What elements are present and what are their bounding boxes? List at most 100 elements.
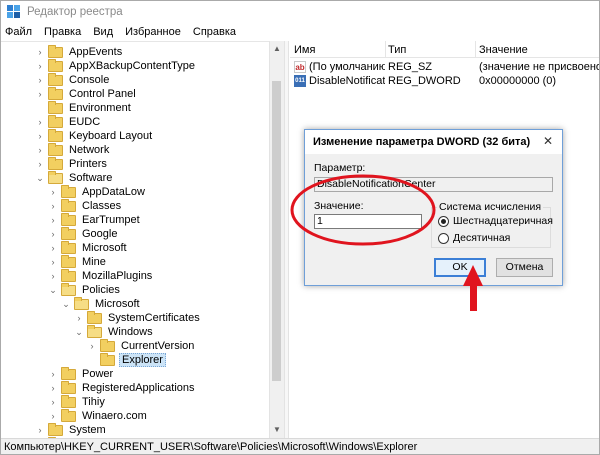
tree-node-label: EarTrumpet: [82, 214, 140, 226]
pane-splitter[interactable]: [284, 41, 289, 438]
chevron-right-icon[interactable]: ›: [74, 313, 84, 323]
tree-scrollbar[interactable]: ▲ ▼: [269, 41, 284, 438]
tree-node-label: Printers: [69, 158, 107, 170]
tree-node[interactable]: › Google: [48, 226, 119, 241]
chevron-right-icon[interactable]: ›: [35, 117, 45, 127]
value-input[interactable]: 1: [314, 214, 422, 229]
chevron-right-icon[interactable]: ›: [48, 187, 58, 197]
tree-node[interactable]: › System: [35, 422, 108, 437]
string-value-icon: ab: [294, 61, 306, 73]
value-type: REG_DWORD: [388, 75, 461, 87]
title-bar: Редактор реестра: [1, 1, 599, 23]
scrollbar-thumb[interactable]: [272, 81, 281, 381]
tree-node-label: EUDC: [69, 116, 101, 128]
chevron-right-icon[interactable]: ›: [35, 89, 45, 99]
tree-node-label: Control Panel: [69, 88, 136, 100]
chevron-right-icon[interactable]: ›: [48, 411, 58, 421]
chevron-right-icon[interactable]: ›: [35, 47, 45, 57]
column-name[interactable]: Имя: [294, 44, 315, 56]
tree-node[interactable]: › Control Panel: [35, 86, 138, 101]
menu-help[interactable]: Справка: [193, 26, 236, 38]
tree-node[interactable]: › SystemCertificates: [74, 310, 202, 325]
tree-node[interactable]: › Network: [35, 142, 111, 157]
tree-node[interactable]: Environment: [35, 100, 133, 115]
tree-node[interactable]: › Tihiy: [48, 394, 107, 409]
tree-node[interactable]: › RegisteredApplications: [48, 380, 197, 395]
tree-node-label: Policies: [82, 284, 120, 296]
menu-view[interactable]: Вид: [93, 26, 113, 38]
chevron-right-icon[interactable]: ›: [87, 341, 97, 351]
folder-icon: [61, 380, 76, 394]
tree-node[interactable]: › Power: [48, 366, 115, 381]
tree-node[interactable]: › CurrentVersion: [87, 338, 196, 353]
chevron-right-icon[interactable]: ›: [48, 229, 58, 239]
chevron-right-icon[interactable]: ›: [48, 271, 58, 281]
tree-node-label: Tihiy: [82, 396, 105, 408]
chevron-right-icon[interactable]: ›: [48, 201, 58, 211]
registry-editor-icon: [7, 5, 21, 19]
menu-favorites[interactable]: Избранное: [125, 26, 181, 38]
tree-node[interactable]: › EarTrumpet: [48, 212, 142, 227]
radio-decimal[interactable]: Десятичная: [438, 232, 510, 244]
chevron-right-icon[interactable]: ›: [48, 243, 58, 253]
tree-node[interactable]: ⌄ Windows: [74, 324, 155, 339]
number-base-group: Система исчисления Шестнадцатеричная Дес…: [431, 201, 553, 248]
chevron-down-icon[interactable]: ⌄: [61, 299, 71, 310]
folder-icon: [61, 408, 76, 422]
chevron-right-icon[interactable]: ›: [35, 159, 45, 169]
folder-icon: [48, 422, 63, 436]
chevron-down-icon[interactable]: ⌄: [35, 173, 45, 184]
tree-node[interactable]: ⌄ Policies: [48, 282, 122, 297]
radio-checked-icon[interactable]: [438, 215, 449, 227]
tree-node[interactable]: › Microsoft: [48, 240, 129, 255]
column-value[interactable]: Значение: [479, 44, 528, 56]
chevron-right-icon[interactable]: ›: [48, 397, 58, 407]
value-row[interactable]: ab (По умолчанию) REG_SZ (значение не пр…: [290, 60, 599, 74]
edit-dword-dialog: Изменение параметра DWORD (32 бита) ✕ Па…: [304, 129, 563, 286]
column-type[interactable]: Тип: [388, 44, 406, 56]
chevron-down-icon[interactable]: ⌄: [48, 285, 58, 296]
chevron-right-icon[interactable]: ›: [35, 61, 45, 71]
chevron-right-icon[interactable]: ›: [35, 131, 45, 141]
tree-node[interactable]: › Mine: [48, 254, 108, 269]
menu-edit[interactable]: Правка: [44, 26, 81, 38]
tree-node[interactable]: ⌄ Software: [35, 170, 114, 185]
scroll-up-icon[interactable]: ▲: [270, 42, 284, 56]
chevron-right-icon[interactable]: ›: [48, 383, 58, 393]
tree-node[interactable]: › Keyboard Layout: [35, 128, 154, 143]
tree-node[interactable]: › AppDataLow: [48, 184, 147, 199]
chevron-down-icon[interactable]: ⌄: [74, 327, 84, 338]
scroll-down-icon[interactable]: ▼: [270, 423, 284, 437]
chevron-right-icon[interactable]: ›: [48, 257, 58, 267]
ok-button[interactable]: OK: [434, 258, 486, 277]
chevron-right-icon[interactable]: ›: [35, 145, 45, 155]
chevron-right-icon[interactable]: ›: [35, 425, 45, 435]
tree-node[interactable]: › Console: [35, 72, 111, 87]
close-icon[interactable]: ✕: [540, 133, 556, 149]
chevron-right-icon[interactable]: ›: [35, 75, 45, 85]
chevron-right-icon[interactable]: ›: [48, 369, 58, 379]
tree-node-label: AppDataLow: [82, 186, 145, 198]
tree-node[interactable]: › EUDC: [35, 114, 102, 129]
registry-tree[interactable]: › AppEvents › AppXBackupContentType › Console…: [1, 41, 284, 438]
radio-unchecked-icon[interactable]: [438, 232, 449, 244]
tree-node-label: Software: [69, 172, 113, 184]
folder-icon: [100, 352, 115, 366]
menu-file[interactable]: Файл: [5, 26, 32, 38]
tree-node[interactable]: › MozillaPlugins: [48, 268, 154, 283]
tree-node[interactable]: › AppEvents: [35, 44, 124, 59]
value-type: REG_SZ: [388, 61, 433, 73]
folder-icon: [48, 114, 63, 128]
tree-node[interactable]: › Winaero.com: [48, 408, 149, 423]
tree-node[interactable]: › Printers: [35, 156, 109, 171]
tree-node[interactable]: › AppXBackupContentType: [35, 58, 197, 73]
tree-node[interactable]: ⌄ Microsoft: [61, 296, 142, 311]
radio-hexadecimal[interactable]: Шестнадцатеричная: [438, 215, 553, 227]
cancel-button[interactable]: Отмена: [496, 258, 553, 277]
tree-node[interactable]: Explorer: [87, 352, 166, 367]
hex-label: Шестнадцатеричная: [453, 215, 553, 227]
tree-node-label: System: [69, 424, 106, 436]
chevron-right-icon[interactable]: ›: [48, 215, 58, 225]
value-row[interactable]: 011 DisableNotificati... REG_DWORD 0x000…: [290, 74, 599, 88]
tree-node[interactable]: › Classes: [48, 198, 123, 213]
